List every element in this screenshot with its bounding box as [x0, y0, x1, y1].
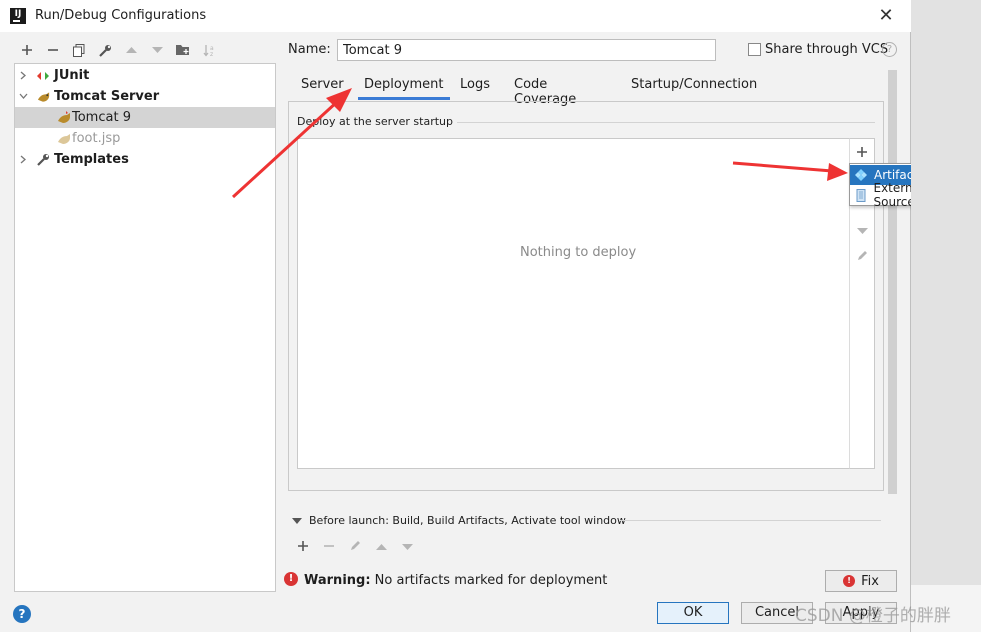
- tree-item-label: Tomcat Server: [54, 89, 160, 104]
- run-debug-dialog: IJ Run/Debug Configurations ✕ az JUnit T…: [0, 0, 977, 632]
- tree-item-tomcat-9[interactable]: Tomcat 9: [15, 107, 275, 128]
- remove-icon[interactable]: [316, 536, 342, 556]
- edit-icon[interactable]: [342, 536, 368, 556]
- deploy-section-label: Deploy at the server startup: [297, 115, 458, 128]
- wrench-icon: [37, 153, 51, 166]
- error-icon: !: [284, 572, 298, 586]
- ok-button[interactable]: OK: [657, 602, 729, 624]
- fix-label: Fix: [861, 573, 879, 589]
- error-icon: !: [843, 575, 856, 587]
- share-through-vcs-checkbox[interactable]: [748, 43, 761, 56]
- tab-deployment[interactable]: Deployment: [358, 74, 450, 100]
- move-down-icon[interactable]: [144, 40, 170, 60]
- help-button[interactable]: ?: [13, 605, 31, 623]
- add-icon[interactable]: [14, 40, 40, 60]
- configuration-tree: JUnit Tomcat Server Tomcat 9 foot.jsp Te…: [14, 63, 276, 592]
- name-field[interactable]: [337, 39, 716, 61]
- vertical-scrollbar[interactable]: [888, 70, 897, 494]
- move-up-icon[interactable]: [118, 40, 144, 60]
- title-bar: IJ Run/Debug Configurations ✕: [0, 0, 911, 32]
- tab-server[interactable]: Server: [301, 74, 344, 100]
- sort-icon[interactable]: az: [196, 40, 222, 60]
- tab-code-coverage[interactable]: Code Coverage: [514, 74, 576, 107]
- wrench-icon[interactable]: [92, 40, 118, 60]
- move-up-icon[interactable]: [368, 536, 394, 556]
- remove-icon[interactable]: [40, 40, 66, 60]
- chevron-down-icon[interactable]: [17, 91, 29, 103]
- fix-button[interactable]: ! Fix: [825, 570, 897, 592]
- chevron-right-icon[interactable]: [17, 70, 29, 82]
- watermark: CSDN @橙子的胖胖: [795, 606, 951, 626]
- dialog-title: Run/Debug Configurations: [35, 8, 207, 23]
- junit-icon: [37, 71, 51, 81]
- tomcat-icon: [37, 91, 51, 103]
- deployment-list[interactable]: [297, 138, 850, 469]
- chevron-right-icon[interactable]: [17, 154, 29, 166]
- tree-item-label: Tomcat 9: [72, 110, 131, 125]
- tree-item-label: foot.jsp: [72, 131, 121, 146]
- tab-startup-connection[interactable]: Startup/Connection: [631, 74, 757, 100]
- tomcat-icon: [57, 133, 72, 145]
- before-launch-toolbar: [290, 536, 420, 556]
- before-launch-label: Before launch: Build, Build Artifacts, A…: [309, 514, 626, 527]
- tree-item-junit[interactable]: JUnit: [15, 65, 275, 86]
- close-button[interactable]: ✕: [876, 6, 896, 26]
- external-source-icon: [854, 188, 868, 202]
- collapse-triangle-icon[interactable]: [292, 517, 302, 524]
- svg-text:z: z: [210, 51, 213, 57]
- tree-item-label: JUnit: [54, 68, 90, 83]
- tree-item-label: Templates: [54, 152, 129, 167]
- warning-text: No artifacts marked for deployment: [374, 573, 608, 588]
- section-divider: [448, 122, 875, 123]
- tree-item-tomcat-server[interactable]: Tomcat Server: [15, 86, 275, 107]
- move-down-icon[interactable]: [394, 536, 420, 556]
- edit-icon[interactable]: [850, 245, 874, 267]
- background-window: [911, 0, 981, 632]
- empty-list-text: Nothing to deploy: [520, 245, 637, 260]
- folder-icon[interactable]: [170, 40, 196, 60]
- warning-message: Warning: No artifacts marked for deploym…: [304, 573, 607, 588]
- section-divider: [620, 520, 881, 521]
- tree-item-templates[interactable]: Templates: [15, 149, 275, 170]
- tab-logs[interactable]: Logs: [460, 74, 490, 100]
- before-launch-section[interactable]: Before launch: Build, Build Artifacts, A…: [292, 514, 626, 527]
- help-icon[interactable]: ?: [882, 42, 897, 57]
- artifact-icon: [854, 168, 868, 182]
- share-through-vcs-label: Share through VCS: [765, 42, 889, 57]
- copy-icon[interactable]: [66, 40, 92, 60]
- name-label: Name:: [288, 42, 331, 57]
- add-icon[interactable]: [290, 536, 316, 556]
- config-toolbar: az: [14, 40, 222, 60]
- warning-prefix: Warning:: [304, 573, 371, 588]
- tree-item-foot-jsp[interactable]: foot.jsp: [15, 128, 275, 149]
- tomcat-icon: [57, 111, 72, 124]
- add-icon[interactable]: [850, 141, 874, 163]
- move-down-icon[interactable]: [850, 219, 874, 241]
- intellij-app-icon: IJ: [10, 8, 26, 24]
